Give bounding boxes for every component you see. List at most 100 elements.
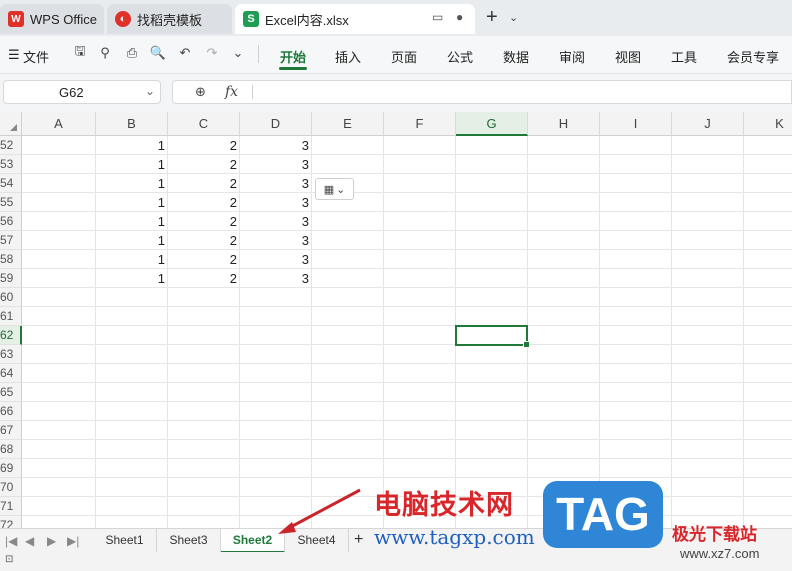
cell-c54[interactable]: 2 — [168, 174, 240, 193]
cell-b52[interactable]: 1 — [96, 136, 168, 155]
column-header-k[interactable]: K — [744, 112, 792, 136]
close-dot-icon[interactable]: ● — [456, 10, 463, 24]
column-header-a[interactable]: A — [22, 112, 96, 136]
print-preview-icon[interactable]: 🔍 — [150, 45, 166, 61]
gridline — [22, 344, 792, 345]
toolbar-separator — [258, 45, 259, 63]
new-tab-plus-icon[interactable]: + — [486, 6, 498, 29]
formula-input[interactable]: ⊕ fx — [172, 80, 792, 104]
cell-c58[interactable]: 2 — [168, 250, 240, 269]
menu-hamburger-icon[interactable]: ☰ — [8, 47, 20, 63]
cell-b57[interactable]: 1 — [96, 231, 168, 250]
cell-c52[interactable]: 2 — [168, 136, 240, 155]
menu-tab-formula[interactable]: 公式 — [447, 47, 473, 66]
cell-c53[interactable]: 2 — [168, 155, 240, 174]
screen-icon[interactable]: ▭ — [432, 10, 443, 24]
undo-icon[interactable]: ↶ — [177, 45, 193, 61]
selected-cell-outline[interactable] — [455, 325, 530, 348]
column-header-c[interactable]: C — [168, 112, 240, 136]
cell-d54[interactable]: 3 — [240, 174, 312, 193]
cell-b55[interactable]: 1 — [96, 193, 168, 212]
row-header-72[interactable]: 72 — [0, 516, 22, 528]
cell-c55[interactable]: 2 — [168, 193, 240, 212]
row-header-67[interactable]: 67 — [0, 421, 22, 440]
print-icon[interactable]: ⎙ — [124, 45, 140, 61]
row-header-70[interactable]: 70 — [0, 478, 22, 497]
cell-b53[interactable]: 1 — [96, 155, 168, 174]
cell-d55[interactable]: 3 — [240, 193, 312, 212]
row-header-65[interactable]: 65 — [0, 383, 22, 402]
row-header-59[interactable]: 59 — [0, 269, 22, 288]
next-sheet-icon[interactable]: ▶ — [47, 534, 56, 548]
menu-tab-page[interactable]: 页面 — [391, 47, 417, 66]
last-sheet-icon[interactable]: ▶| — [67, 534, 79, 548]
cell-d53[interactable]: 3 — [240, 155, 312, 174]
cell-b56[interactable]: 1 — [96, 212, 168, 231]
column-header-g[interactable]: G — [456, 112, 528, 136]
row-header-55[interactable]: 55 — [0, 193, 22, 212]
row-header-66[interactable]: 66 — [0, 402, 22, 421]
menu-tab-tools[interactable]: 工具 — [671, 47, 697, 66]
row-header-64[interactable]: 64 — [0, 364, 22, 383]
chevron-down-icon[interactable]: ⌄ — [230, 45, 246, 61]
macro-record-icon[interactable]: ⊡ — [5, 554, 13, 565]
link-icon[interactable]: ⚲ — [97, 45, 113, 61]
menu-tab-insert[interactable]: 插入 — [335, 47, 361, 66]
tab-wps-office[interactable]: W WPS Office — [0, 4, 104, 34]
cell-d56[interactable]: 3 — [240, 212, 312, 231]
column-header-e[interactable]: E — [312, 112, 384, 136]
row-header-68[interactable]: 68 — [0, 440, 22, 459]
cell-d59[interactable]: 3 — [240, 269, 312, 288]
row-header-56[interactable]: 56 — [0, 212, 22, 231]
row-header-62[interactable]: 62 — [0, 326, 22, 345]
column-header-f[interactable]: F — [384, 112, 456, 136]
fx-icon[interactable]: fx — [225, 84, 238, 100]
first-sheet-icon[interactable]: |◀ — [5, 534, 17, 548]
column-header-h[interactable]: H — [528, 112, 600, 136]
cell-b59[interactable]: 1 — [96, 269, 168, 288]
column-header-i[interactable]: I — [600, 112, 672, 136]
row-header-71[interactable]: 71 — [0, 497, 22, 516]
active-tab-indicator — [279, 67, 307, 70]
tab-label: Excel内容.xlsx — [265, 12, 349, 28]
menu-tab-member[interactable]: 会员专享 — [727, 47, 779, 66]
sheet-tab-sheet1[interactable]: Sheet1 — [93, 529, 157, 553]
row-header-57[interactable]: 57 — [0, 231, 22, 250]
redo-icon[interactable]: ↷ — [204, 45, 220, 61]
cell-c57[interactable]: 2 — [168, 231, 240, 250]
cell-c59[interactable]: 2 — [168, 269, 240, 288]
row-header-69[interactable]: 69 — [0, 459, 22, 478]
paste-options-button[interactable]: ▦ ⌄ — [315, 178, 354, 200]
cell-c56[interactable]: 2 — [168, 212, 240, 231]
prev-sheet-icon[interactable]: ◀ — [25, 534, 34, 548]
column-header-j[interactable]: J — [672, 112, 744, 136]
chevron-down-icon[interactable]: ⌄ — [509, 11, 518, 24]
menu-tab-data[interactable]: 数据 — [503, 47, 529, 66]
cell-d52[interactable]: 3 — [240, 136, 312, 155]
menu-tab-review[interactable]: 审阅 — [559, 47, 585, 66]
save-icon[interactable]: 🖫 — [72, 43, 88, 61]
row-header-52[interactable]: 52 — [0, 136, 22, 155]
cell-b58[interactable]: 1 — [96, 250, 168, 269]
column-header-d[interactable]: D — [240, 112, 312, 136]
spreadsheet-grid[interactable]: A B C D E F G H I J K 52 53 54 55 56 57 58 59 60 61 62 63 64 65 6… — [0, 112, 792, 528]
column-header-b[interactable]: B — [96, 112, 168, 136]
menu-tab-view[interactable]: 视图 — [615, 47, 641, 66]
menu-file[interactable]: 文件 — [23, 47, 49, 66]
row-header-58[interactable]: 58 — [0, 250, 22, 269]
sheet-tab-sheet3[interactable]: Sheet3 — [157, 529, 221, 553]
row-header-54[interactable]: 54 — [0, 174, 22, 193]
name-box[interactable]: G62 ⌄ — [3, 80, 161, 104]
cell-b54[interactable]: 1 — [96, 174, 168, 193]
row-header-63[interactable]: 63 — [0, 345, 22, 364]
row-header-61[interactable]: 61 — [0, 307, 22, 326]
menu-tab-home[interactable]: 开始 — [280, 47, 306, 66]
tab-docer-templates[interactable]: ◐ 找稻壳模板 — [107, 4, 232, 34]
chevron-down-icon[interactable]: ⌄ — [145, 84, 155, 98]
row-header-60[interactable]: 60 — [0, 288, 22, 307]
select-all-corner[interactable] — [0, 112, 22, 136]
zoom-icon[interactable]: ⊕ — [195, 84, 206, 100]
cell-d58[interactable]: 3 — [240, 250, 312, 269]
row-header-53[interactable]: 53 — [0, 155, 22, 174]
cell-d57[interactable]: 3 — [240, 231, 312, 250]
